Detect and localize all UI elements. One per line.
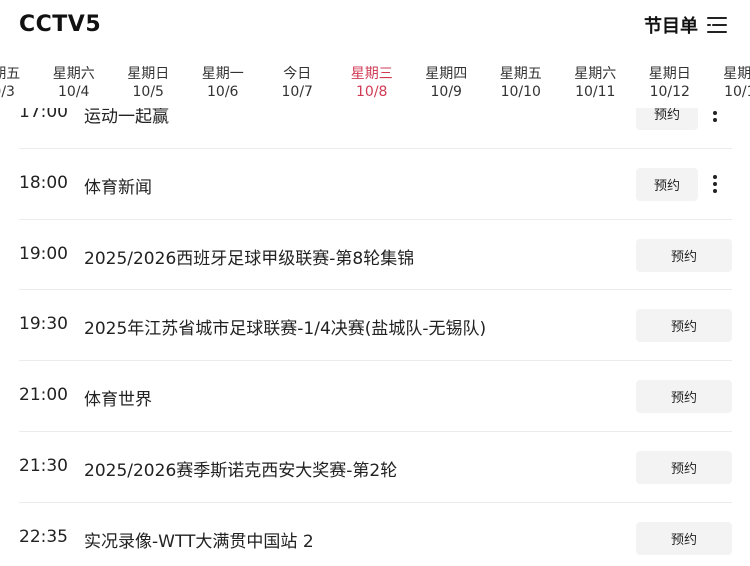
program-title[interactable]: 2025年江苏省城市足球联赛-1/4决赛(盐城队-无锡队) xyxy=(84,314,486,339)
date-tab-date: 10/4 xyxy=(58,84,90,100)
reserve-button[interactable]: 预约 xyxy=(636,309,732,343)
top-bar: CCTV5 节目单 xyxy=(0,0,750,60)
date-tab[interactable]: 星期日 10/5 xyxy=(111,66,186,102)
date-tab-weekday: 星期三 xyxy=(350,66,393,82)
date-tab-weekday: 星期四 xyxy=(425,66,468,82)
date-tab[interactable]: 星期三 10/8 xyxy=(335,66,410,102)
date-tab-date: 10/11 xyxy=(575,84,616,100)
date-tab-weekday: 星期日 xyxy=(127,66,170,82)
program-row: 22:35 实况录像-WTT大满贯中国站 2 预约 xyxy=(19,503,732,566)
more-options-icon[interactable] xyxy=(704,169,726,199)
date-tab-weekday: 星期一 xyxy=(723,66,750,82)
program-time: 21:00 xyxy=(19,385,68,406)
date-tab-weekday: 星期日 xyxy=(648,66,691,82)
date-tab-date: 10/6 xyxy=(207,84,239,100)
date-tab[interactable]: 今日 10/7 xyxy=(260,66,335,102)
date-tab-weekday: 星期一 xyxy=(201,66,244,82)
date-tab-weekday: 星期五 xyxy=(0,66,21,82)
menu-lines-icon xyxy=(707,17,727,33)
date-tab[interactable]: 星期六 10/4 xyxy=(37,66,112,102)
date-tab-date: 10/12 xyxy=(649,84,690,100)
date-tab[interactable]: 星期日 10/12 xyxy=(633,66,708,102)
date-tab-date: 10/8 xyxy=(356,84,388,100)
date-tab[interactable]: 星期五 10/3 xyxy=(0,66,37,102)
program-time: 21:30 xyxy=(19,455,68,476)
date-tab-date: 10/9 xyxy=(430,84,462,100)
reserve-button[interactable]: 预约 xyxy=(636,521,732,555)
program-time: 22:35 xyxy=(19,526,68,547)
date-tab-date: 10/3 xyxy=(0,84,15,100)
date-tab-weekday: 今日 xyxy=(283,66,312,82)
date-tab[interactable]: 星期四 10/9 xyxy=(409,66,484,102)
reserve-button[interactable]: 预约 xyxy=(636,167,698,201)
reserve-button[interactable]: 预约 xyxy=(636,238,732,272)
schedule-button[interactable]: 节目单 xyxy=(644,10,728,40)
program-title[interactable]: 体育新闻 xyxy=(84,173,152,198)
reserve-button[interactable]: 预约 xyxy=(636,380,732,414)
program-row: 18:00 体育新闻 预约 xyxy=(19,149,732,220)
program-row: 19:30 2025年江苏省城市足球联赛-1/4决赛(盐城队-无锡队) 预约 xyxy=(19,290,732,362)
date-tab-date: 10/13 xyxy=(724,84,750,100)
program-time: 19:00 xyxy=(19,243,68,264)
date-tab-date: 10/7 xyxy=(281,84,313,100)
date-tab-weekday: 星期五 xyxy=(499,66,542,82)
program-row: 19:00 2025/2026西班牙足球甲级联赛-第8轮集锦 预约 xyxy=(19,220,732,291)
program-row: 21:00 体育世界 预约 xyxy=(19,361,732,432)
program-title[interactable]: 2025/2026西班牙足球甲级联赛-第8轮集锦 xyxy=(84,244,414,269)
date-tab[interactable]: 星期五 10/10 xyxy=(484,66,559,102)
program-title[interactable]: 体育世界 xyxy=(84,385,152,410)
program-row: 21:30 2025/2026赛季斯诺克西安大奖赛-第2轮 预约 xyxy=(19,432,732,503)
schedule-label: 节目单 xyxy=(644,16,698,37)
epg-screen: CCTV5 节目单 星期五 10/3 星期六 10/4 星期日 10/5 星期一 10/6 今日… xyxy=(0,0,750,566)
program-title[interactable]: 2025/2026赛季斯诺克西安大奖赛-第2轮 xyxy=(84,456,397,481)
date-tab-bar: 星期五 10/3 星期六 10/4 星期日 10/5 星期一 10/6 今日 10/7 星期三 10/… xyxy=(0,60,750,108)
date-tab-weekday: 星期六 xyxy=(574,66,617,82)
reserve-button[interactable]: 预约 xyxy=(636,450,732,484)
program-list: 17:00 运动一起赢 预约 18:00 体育新闻 预约 19:00 2025/2026西班牙… xyxy=(0,78,750,566)
date-tab-weekday: 星期六 xyxy=(52,66,95,82)
program-time: 18:00 xyxy=(19,172,68,193)
date-tab-date: 10/5 xyxy=(132,84,164,100)
date-tab-date: 10/10 xyxy=(500,84,541,100)
program-time: 19:30 xyxy=(19,314,68,335)
date-tab[interactable]: 星期六 10/11 xyxy=(558,66,633,102)
date-tab[interactable]: 星期一 10/13 xyxy=(707,66,750,102)
date-tabs: 星期五 10/3 星期六 10/4 星期日 10/5 星期一 10/6 今日 10/7 星期三 10/… xyxy=(0,66,750,102)
date-tab[interactable]: 星期一 10/6 xyxy=(186,66,261,102)
channel-title: CCTV5 xyxy=(19,12,102,37)
program-title[interactable]: 实况录像-WTT大满贯中国站 2 xyxy=(84,527,314,552)
